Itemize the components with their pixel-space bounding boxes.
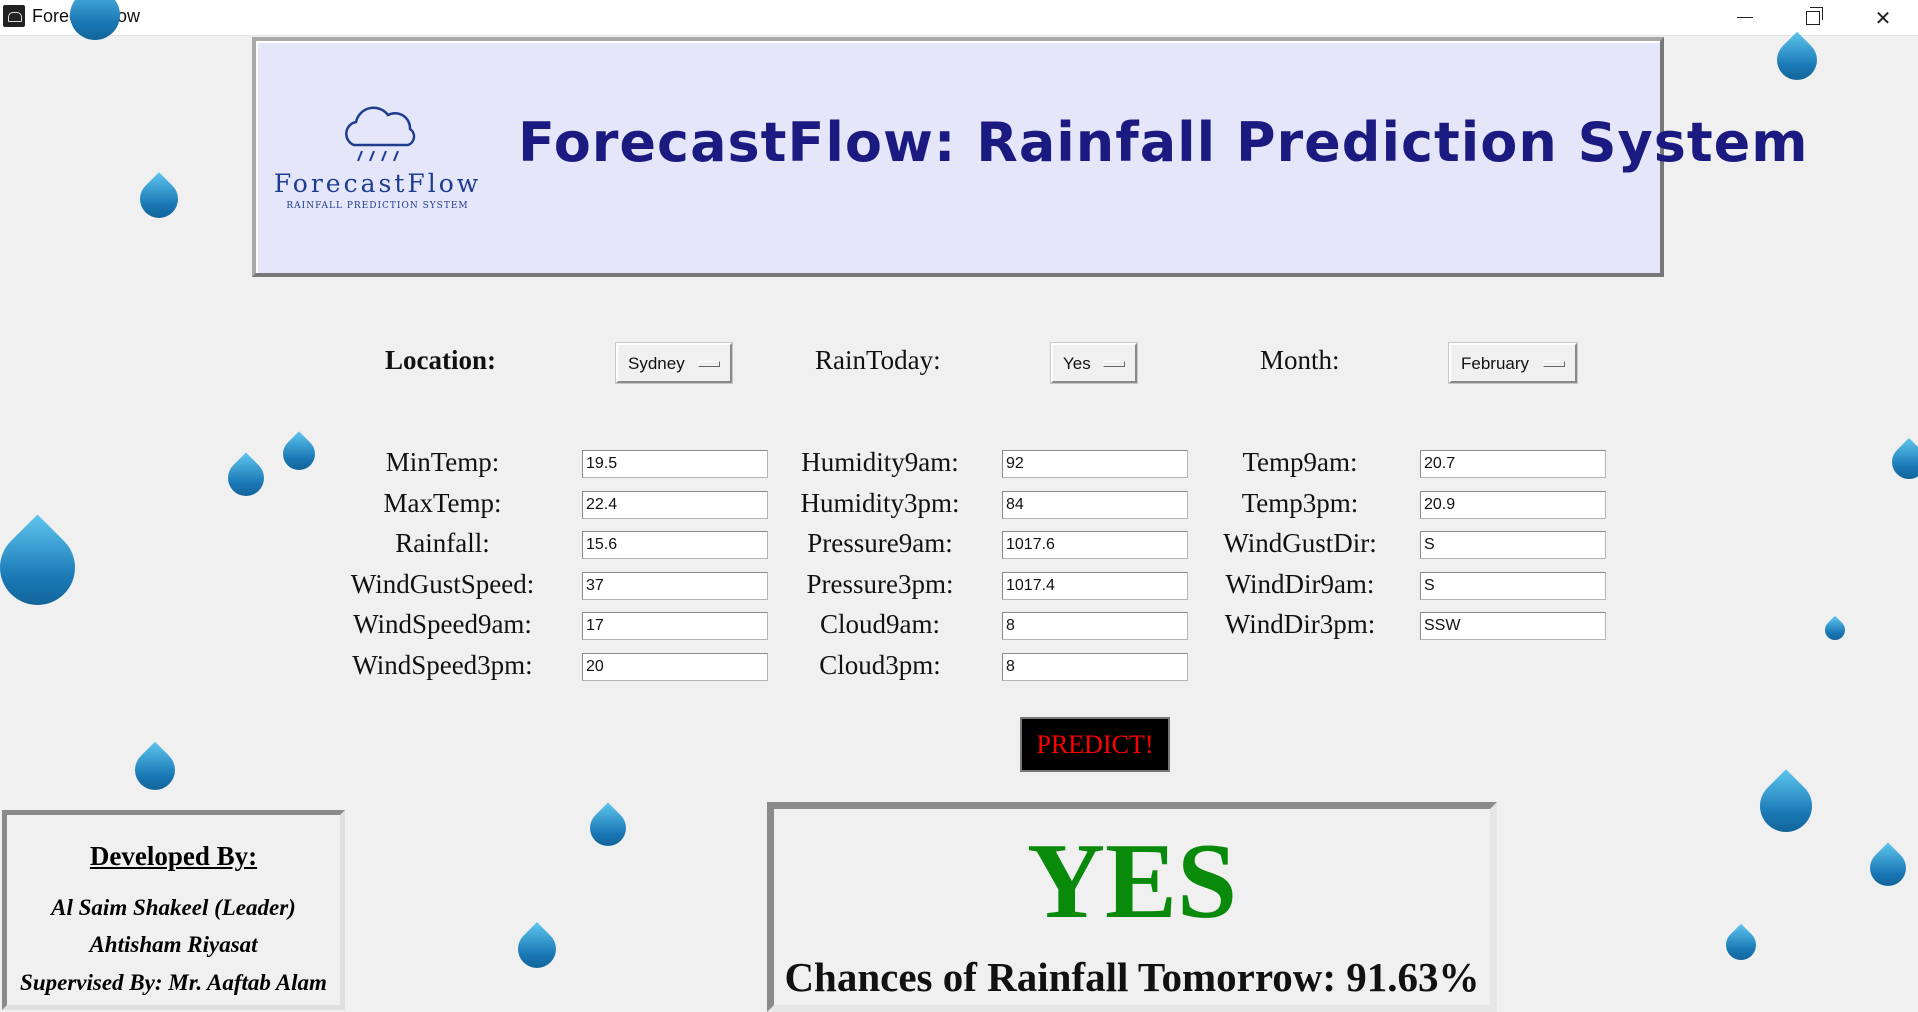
header-banner: ForecastFlow RAINFALL PREDICTION SYSTEM … [252, 37, 1808, 277]
rainfall-label: Rainfall: [395, 528, 490, 558]
prediction-verdict: YES [1026, 822, 1238, 941]
rain-cloud-icon [345, 106, 416, 162]
app-logo: ForecastFlow RAINFALL PREDICTION SYSTEM [270, 101, 485, 221]
minimize-icon [1737, 16, 1753, 19]
humidity-9am-input[interactable]: 92 [1002, 450, 1188, 478]
temp-9am-label: Temp9am: [1242, 447, 1358, 477]
developers-heading: Developed By: [89, 841, 258, 871]
raindrop-decoration [132, 172, 186, 226]
temp-3pm-label: Temp3pm: [1241, 488, 1359, 518]
temp-9am-input[interactable]: 20.7 [1420, 450, 1606, 478]
pressure-9am-input[interactable]: 1017.6 [1002, 531, 1188, 559]
max-temp-input[interactable]: 22.4 [582, 491, 768, 519]
raindrop-decoration [582, 802, 634, 854]
min-temp-input[interactable]: 19.5 [582, 450, 768, 478]
wind-speed-3pm-input[interactable]: 20 [582, 653, 768, 681]
humidity-9am-label: Humidity9am: [801, 447, 959, 477]
title-bar: ForecastFlow ✕ [0, 0, 1918, 36]
humidity-3pm-label: Humidity3pm: [800, 488, 960, 518]
raindrop-decoration [126, 741, 184, 799]
location-value: Sydney [628, 354, 685, 373]
cloud-3pm-label: Cloud3pm: [819, 650, 941, 680]
raindrop-decoration [276, 431, 322, 477]
cloud-9am-label: Cloud9am: [820, 609, 940, 639]
min-temp-label: MinTemp: [385, 447, 500, 477]
pressure-3pm-label: Pressure3pm: [806, 569, 954, 599]
raindrop-decoration [1768, 31, 1826, 89]
wind-dir-3pm-label: WindDir3pm: [1224, 609, 1376, 639]
temp-3pm-input[interactable]: 20.9 [1420, 491, 1606, 519]
wind-gust-speed-label: WindGustSpeed: [350, 569, 535, 599]
result-panel: YES Chances of Rainfall Tomorrow: 91.63% [767, 802, 1497, 1012]
pressure-9am-label: Pressure9am: [807, 528, 953, 558]
supervisor-text: Supervised By: Mr. Aaftab Alam [20, 970, 327, 995]
wind-speed-3pm-label: WindSpeed3pm: [352, 650, 533, 680]
rain-today-value: Yes [1063, 354, 1091, 373]
developer-leader: Al Saim Shakeel (Leader) [51, 895, 296, 920]
wind-dir-9am-label: WindDir9am: [1225, 569, 1375, 599]
raindrop-decoration [1749, 769, 1823, 843]
pressure-3pm-input[interactable]: 1017.4 [1002, 572, 1188, 600]
close-button[interactable]: ✕ [1848, 0, 1918, 35]
cloud-9am-input[interactable]: 8 [1002, 612, 1188, 640]
rain-today-dropdown[interactable]: Yes [1050, 342, 1138, 384]
raindrop-decoration [1862, 842, 1914, 894]
raindrop-decoration [220, 452, 272, 504]
wind-dir-9am-input[interactable]: S [1420, 572, 1606, 600]
developers-panel: Developed By: Al Saim Shakeel (Leader) A… [2, 810, 345, 1010]
wind-speed-9am-input[interactable]: 17 [582, 612, 768, 640]
raindrop-decoration [1820, 615, 1850, 645]
raindrop-decoration [1884, 437, 1918, 487]
raindrop-decoration [510, 922, 564, 976]
wind-speed-9am-label: WindSpeed9am: [353, 609, 532, 639]
logo-name: ForecastFlow [273, 169, 482, 198]
wind-gust-dir-input[interactable]: S [1420, 531, 1606, 559]
rainfall-chance-text: Chances of Rainfall Tomorrow: 91.63% [784, 954, 1480, 1000]
humidity-3pm-input[interactable]: 84 [1002, 491, 1188, 519]
raindrop-decoration [0, 514, 91, 621]
rain-today-label: RainToday: [815, 345, 941, 375]
logo-subtitle: RAINFALL PREDICTION SYSTEM [286, 201, 469, 211]
location-label: Location: [385, 345, 496, 375]
wind-gust-dir-label: WindGustDir: [1223, 528, 1377, 558]
dropdown-indicator-icon [1103, 361, 1125, 367]
max-temp-label: MaxTemp: [383, 488, 502, 518]
close-icon: ✕ [1874, 5, 1892, 30]
maximize-button[interactable] [1778, 0, 1848, 35]
restore-icon [1806, 6, 1823, 25]
month-value: February [1461, 354, 1530, 373]
rainfall-input[interactable]: 15.6 [582, 531, 768, 559]
developer-member: Ahtisham Riyasat [89, 932, 258, 957]
wind-gust-speed-input[interactable]: 37 [582, 572, 768, 600]
app-icon [3, 5, 25, 27]
dropdown-indicator-icon [1543, 361, 1565, 367]
month-label: Month: [1260, 345, 1340, 375]
month-dropdown[interactable]: February [1448, 342, 1578, 384]
location-dropdown[interactable]: Sydney [615, 342, 733, 384]
wind-dir-3pm-input[interactable]: SSW [1420, 612, 1606, 640]
minimize-button[interactable] [1710, 0, 1780, 35]
page-title: ForecastFlow: Rainfall Prediction System [518, 111, 1809, 174]
predict-button[interactable]: PREDICT! [1020, 717, 1170, 772]
raindrop-decoration [1719, 923, 1763, 967]
dropdown-indicator-icon [698, 361, 720, 367]
cloud-3pm-input[interactable]: 8 [1002, 653, 1188, 681]
